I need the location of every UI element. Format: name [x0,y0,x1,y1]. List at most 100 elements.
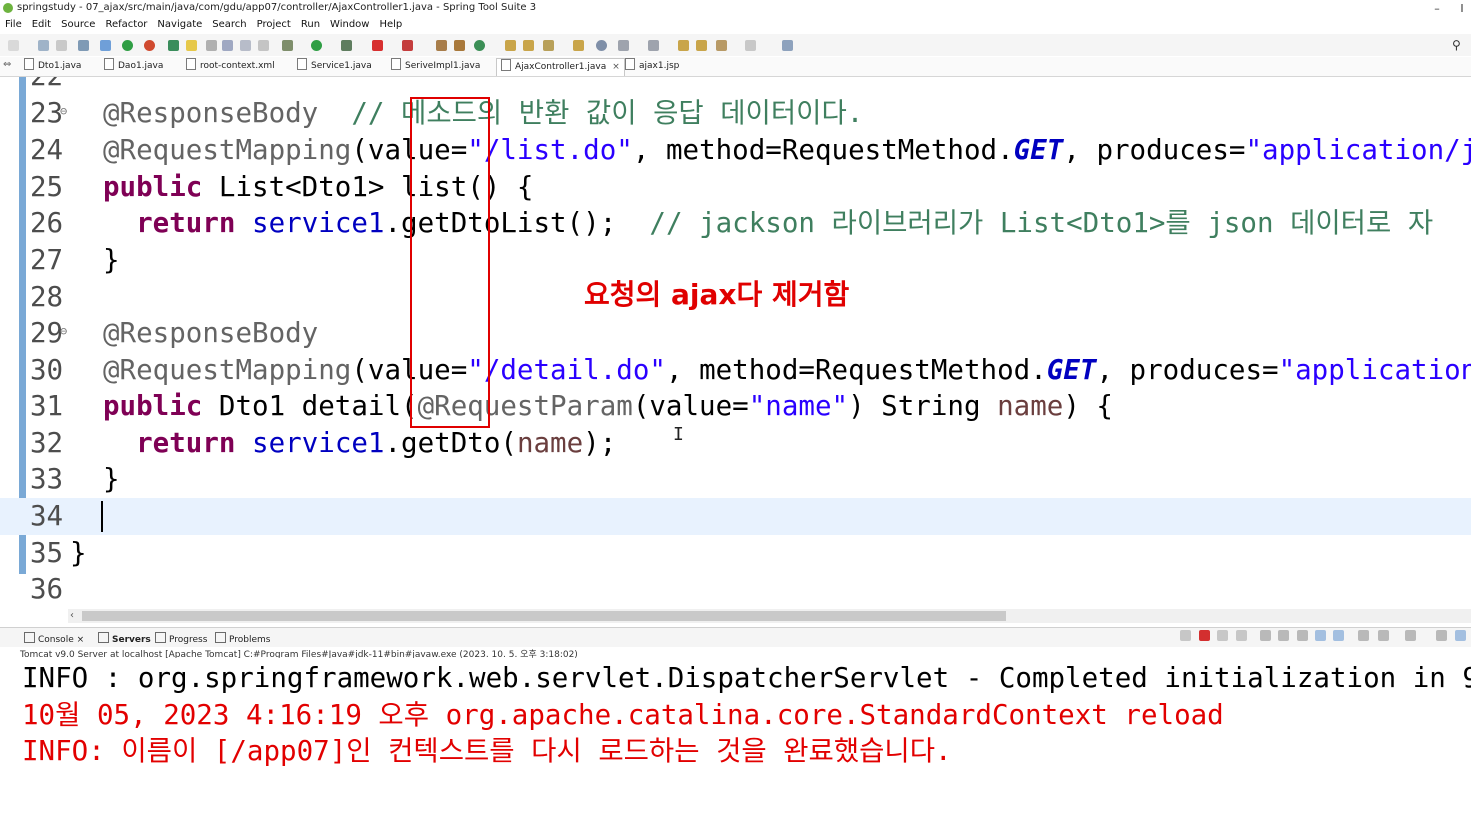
tab-ajax1-jsp[interactable]: ajax1.jsp [625,58,679,75]
fold-icon[interactable]: ⊖ [60,313,67,350]
menu-help[interactable]: Help [374,17,407,30]
pen-icon[interactable] [543,40,554,51]
word-wrap-icon[interactable] [1297,630,1308,641]
scrollbar-thumb[interactable] [82,611,1006,621]
save-icon[interactable] [38,40,49,51]
view-menu-icon[interactable]: ⇔ [3,59,11,70]
close-tab-icon[interactable]: × [612,62,620,72]
display-console-icon[interactable] [1378,630,1389,641]
forward-edit-icon[interactable] [696,40,707,51]
code-line: 23 ⊖ @ResponseBody // 메소드의 반환 값이 응답 데이터이다. [0,95,1471,132]
tab-service1[interactable]: Service1.java [297,58,372,75]
print-icon[interactable] [78,40,89,51]
terminate-icon[interactable] [1199,630,1210,641]
coverage-icon[interactable] [341,40,352,51]
console-output[interactable]: INFO : org.springframework.web.servlet.D… [0,658,1471,821]
lock-scroll-icon[interactable] [1278,630,1289,641]
line-number: 27 [30,244,64,276]
tab-seriveimpl1[interactable]: SeriveImpl1.java [391,58,480,75]
remove-launch-icon[interactable] [1217,630,1228,641]
tab-servers[interactable]: Servers [98,632,151,645]
menu-search[interactable]: Search [207,17,251,30]
minimize-view-icon[interactable] [1436,630,1447,641]
back-icon[interactable] [716,40,727,51]
tab-console[interactable]: Console × [24,632,84,645]
open-folder-icon[interactable] [505,40,516,51]
annotation: @ResponseBody [103,317,319,349]
package-icon[interactable] [436,40,447,51]
new-icon[interactable] [8,40,19,51]
scroll-left-icon[interactable]: ‹ [70,609,74,623]
clear-console-icon[interactable] [1180,630,1191,641]
new-console-icon[interactable] [1405,630,1416,641]
prev-annotation-icon[interactable] [648,40,659,51]
string-literal: "/list.do" [467,134,633,166]
code-editor[interactable]: 22 23⊖@ResponseBody // 메소드의 반환 값이 응답 데이터… [0,77,1471,609]
code-line: 33} [0,461,1471,498]
minimize-button[interactable]: – [1425,0,1449,17]
globe-icon[interactable] [596,40,607,51]
code-text: (value= [632,390,749,422]
code-text: .getDto( [384,427,517,459]
search-icon[interactable]: ⚲ [1452,38,1466,52]
save-all-icon[interactable] [56,40,67,51]
format-icon[interactable] [222,40,233,51]
menu-run[interactable]: Run [296,17,325,30]
tab-progress[interactable]: Progress [155,632,207,645]
block-icon[interactable] [240,40,251,51]
java-file-icon [297,58,307,70]
tab-label: Dao1.java [118,61,164,71]
refresh-icon[interactable] [144,40,155,51]
server-icon[interactable] [402,40,413,51]
code-line: 32 return service1.getDto(name); [0,425,1471,462]
debug-config-icon[interactable] [282,40,293,51]
code-text: } [70,537,87,569]
debug-icon[interactable] [122,40,133,51]
console-icon [24,632,35,643]
new-class-icon[interactable] [474,40,485,51]
show-stderr-icon[interactable] [1333,630,1344,641]
maximize-view-icon[interactable] [1455,630,1466,641]
perspective-icon[interactable] [782,40,793,51]
last-edit-icon[interactable] [678,40,689,51]
restore-button[interactable]: Ӏ [1450,0,1471,17]
tab-problems[interactable]: Problems [215,632,270,645]
copy-icon[interactable] [1260,630,1271,641]
string-literal: "application/json [1245,134,1471,166]
annotation: @RequestMapping [103,134,352,166]
horizontal-scrollbar[interactable]: ‹ [68,609,1471,623]
show-stdout-icon[interactable] [1315,630,1326,641]
fold-icon[interactable]: ⊖ [60,93,67,130]
menu-navigate[interactable]: Navigate [152,17,207,30]
stop-icon[interactable] [372,40,383,51]
tab-dto1[interactable]: Dto1.java [24,58,81,75]
tab-dao1[interactable]: Dao1.java [104,58,163,75]
tab-ajaxcontroller1[interactable]: AjaxController1.java × [496,58,625,76]
run-icon[interactable] [311,40,322,51]
highlight-box [410,97,490,428]
mark-icon[interactable] [206,40,217,51]
toggle-icon[interactable] [100,40,111,51]
forward-icon[interactable] [745,40,756,51]
open-type-icon[interactable] [168,40,179,51]
remove-all-icon[interactable] [1236,630,1247,641]
menu-source[interactable]: Source [56,17,100,30]
code-line: 35} [0,535,1471,572]
pin-icon[interactable] [1358,630,1369,641]
class-icon[interactable] [454,40,465,51]
code-text: ) String [848,390,998,422]
open-file-icon[interactable] [523,40,534,51]
problems-icon [215,632,226,643]
folder-icon[interactable] [573,40,584,51]
tab-root-context[interactable]: root-context.xml [186,58,275,75]
code-line: 30 @RequestMapping(value="/detail.do", me… [0,352,1471,389]
menu-file[interactable]: File [0,17,27,30]
menu-edit[interactable]: Edit [27,17,56,30]
next-annotation-icon[interactable] [618,40,629,51]
menu-window[interactable]: Window [325,17,374,30]
pilcrow-icon[interactable] [258,40,269,51]
close-icon[interactable]: × [77,635,85,645]
menu-project[interactable]: Project [252,17,296,30]
edit-icon[interactable] [186,40,197,51]
menu-refactor[interactable]: Refactor [100,17,152,30]
